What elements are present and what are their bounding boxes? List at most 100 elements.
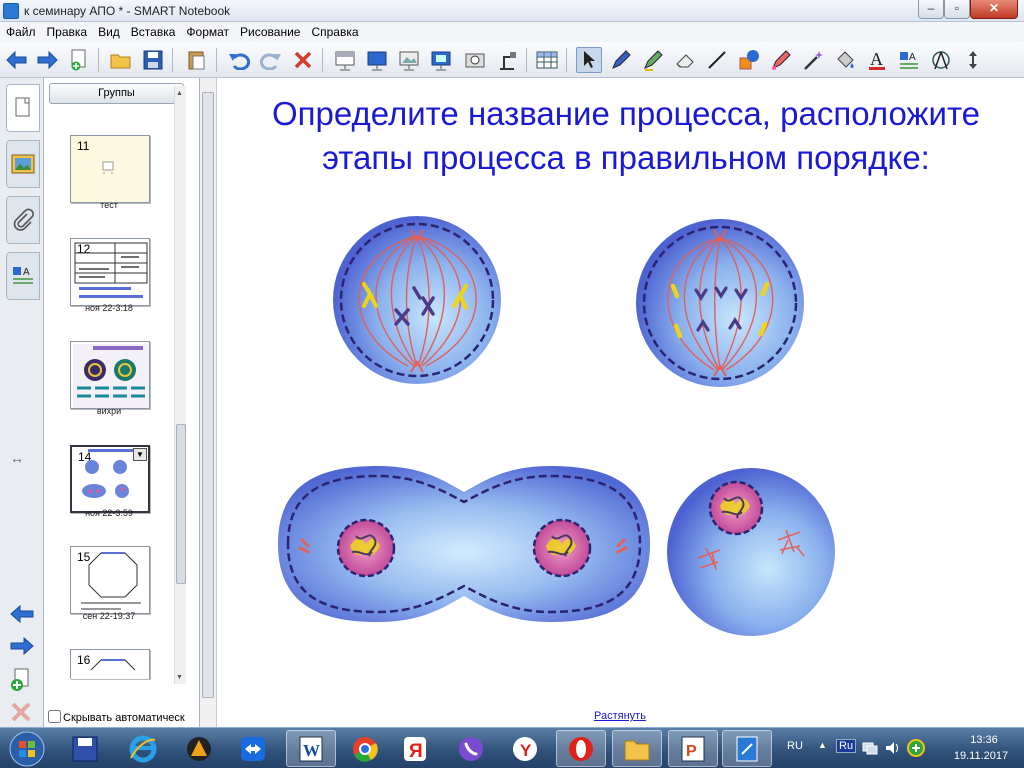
properties-icon[interactable]: A xyxy=(896,47,922,73)
save-icon[interactable] xyxy=(140,47,166,73)
canvas-scrollbar-thumb[interactable] xyxy=(202,92,214,698)
taskbar-powerpoint[interactable]: P xyxy=(668,730,718,767)
screen-shade-icon[interactable] xyxy=(332,47,358,73)
taskbar: W Я Y P RU ▲ Ru 13:36 19.11.2017 xyxy=(0,727,1024,768)
slide-canvas[interactable]: Определите название процесса, расположит… xyxy=(218,78,1024,727)
tray-language-badge[interactable]: Ru xyxy=(836,739,857,753)
taskbar-explorer[interactable] xyxy=(612,730,662,767)
taskbar-yandex[interactable]: Y xyxy=(500,730,550,767)
maximize-button[interactable]: ▫ xyxy=(944,0,970,19)
scroll-up-icon[interactable]: ▲ xyxy=(176,90,183,97)
title-bar: к семинару АПО * - SMART Notebook ‒ ▫ ✕ xyxy=(0,0,1024,22)
close-button[interactable]: ✕ xyxy=(970,0,1018,19)
menu-view[interactable]: Вид xyxy=(92,22,125,39)
display-screen-icon[interactable] xyxy=(428,47,454,73)
text-icon[interactable]: A xyxy=(864,47,890,73)
stretch-page-link[interactable]: Растянуть xyxy=(594,710,646,722)
page-thumbnail[interactable]: 12 xyxy=(70,238,150,306)
taskbar-yandex-browser[interactable]: Я xyxy=(390,730,440,767)
menu-insert[interactable]: Вставка xyxy=(125,22,181,39)
page-thumbnail[interactable]: 13 xyxy=(70,341,150,409)
magic-wand-icon[interactable] xyxy=(800,47,826,73)
menu-bar: Файл Правка Вид Вставка Формат Рисование Справ… xyxy=(0,22,1024,42)
sidebar-scrollbar[interactable]: ▲ ▼ xyxy=(174,86,186,684)
network-icon[interactable] xyxy=(862,740,878,756)
taskbar-opera[interactable] xyxy=(556,730,606,767)
eraser-icon[interactable] xyxy=(672,47,698,73)
camera-capture-icon[interactable] xyxy=(462,47,488,73)
minimize-button[interactable]: ‒ xyxy=(918,0,944,19)
full-screen-icon[interactable] xyxy=(364,47,390,73)
add-page-icon[interactable] xyxy=(66,47,92,73)
taskbar-viber[interactable] xyxy=(446,730,496,767)
attachments-tab[interactable] xyxy=(6,196,40,244)
transparent-background-icon[interactable] xyxy=(396,47,422,73)
cell-metaphase[interactable] xyxy=(333,216,501,384)
page-label: ноя 22-3:59 xyxy=(85,508,133,518)
sidebar-scrollbar-thumb[interactable] xyxy=(176,424,186,584)
sidebar-tab-strip: A ↔ xyxy=(0,78,44,727)
paste-icon[interactable] xyxy=(184,47,210,73)
redo-icon[interactable] xyxy=(258,47,284,73)
page-sorter-tab[interactable] xyxy=(6,84,40,132)
back-arrow-icon[interactable] xyxy=(4,47,30,73)
pen-icon[interactable] xyxy=(608,47,634,73)
menu-edit[interactable]: Правка xyxy=(41,22,93,39)
shapes-icon[interactable] xyxy=(736,47,762,73)
page-thumbnail[interactable]: 15 xyxy=(70,546,150,614)
taskbar-smart-notebook[interactable] xyxy=(722,730,772,767)
open-folder-icon[interactable] xyxy=(108,47,134,73)
taskbar-word[interactable]: W xyxy=(286,730,336,767)
clock-date[interactable]: 19.11.2017 xyxy=(946,750,1016,762)
previous-page-arrow-icon[interactable] xyxy=(9,604,35,627)
move-toolbar-icon[interactable] xyxy=(960,47,986,73)
show-hidden-icons-icon[interactable]: ▲ xyxy=(818,740,827,750)
table-icon[interactable] xyxy=(534,47,560,73)
fill-bucket-icon[interactable] xyxy=(832,47,858,73)
select-pointer-icon[interactable] xyxy=(576,47,602,73)
language-indicator[interactable]: RU xyxy=(787,740,803,752)
scroll-down-icon[interactable]: ▼ xyxy=(176,674,183,681)
document-camera-icon[interactable] xyxy=(494,47,520,73)
delete-icon[interactable] xyxy=(290,47,316,73)
line-tool-icon[interactable] xyxy=(704,47,730,73)
taskbar-daemon-tools[interactable] xyxy=(174,730,224,767)
page-thumbnail[interactable]: 11 xyxy=(70,135,150,203)
next-page-arrow-icon[interactable] xyxy=(9,636,35,659)
menu-format[interactable]: Формат xyxy=(180,22,234,39)
page-label: сен 22-19:37 xyxy=(82,611,136,621)
canvas-scrollbar[interactable] xyxy=(200,78,217,727)
taskbar-internet-explorer[interactable] xyxy=(118,730,168,767)
gallery-tab[interactable] xyxy=(6,140,40,188)
measurement-tools-icon[interactable] xyxy=(928,47,954,73)
resize-sidebar-icon[interactable]: ↔ xyxy=(10,450,24,466)
autohide-option[interactable]: Скрывать автоматическ xyxy=(48,710,185,724)
cell-telophase[interactable] xyxy=(278,466,650,622)
daemon-tools-icon xyxy=(187,736,211,761)
start-button[interactable] xyxy=(2,730,52,767)
magic-pen-icon[interactable] xyxy=(768,47,794,73)
tray-app-icon[interactable] xyxy=(906,738,926,758)
page-thumbnail-selected[interactable]: 14 ▼ xyxy=(70,445,150,513)
page-thumbnail[interactable]: 16 xyxy=(70,649,150,679)
forward-arrow-icon[interactable] xyxy=(34,47,60,73)
menu-help[interactable]: Справка xyxy=(305,22,363,39)
cell-prophase[interactable] xyxy=(667,468,835,636)
cell-anaphase[interactable] xyxy=(636,219,804,387)
creative-pen-icon[interactable] xyxy=(640,47,666,73)
page-menu-dropdown-icon[interactable]: ▼ xyxy=(133,448,147,461)
autohide-checkbox[interactable] xyxy=(48,710,61,723)
menu-draw[interactable]: Рисование xyxy=(234,22,305,39)
taskbar-teamviewer[interactable] xyxy=(228,730,278,767)
undo-icon[interactable] xyxy=(226,47,252,73)
svg-text:Y: Y xyxy=(520,741,532,760)
menu-file[interactable]: Файл xyxy=(0,22,41,39)
delete-page-icon[interactable] xyxy=(11,702,31,725)
taskbar-save-app[interactable] xyxy=(60,730,110,767)
volume-icon[interactable] xyxy=(884,740,900,756)
taskbar-chrome[interactable] xyxy=(340,730,390,767)
groups-button[interactable]: Группы xyxy=(49,83,184,104)
properties-tab[interactable]: A xyxy=(6,252,40,300)
add-page-sidebar-icon[interactable] xyxy=(9,668,31,695)
clock-time[interactable]: 13:36 xyxy=(956,734,1012,746)
